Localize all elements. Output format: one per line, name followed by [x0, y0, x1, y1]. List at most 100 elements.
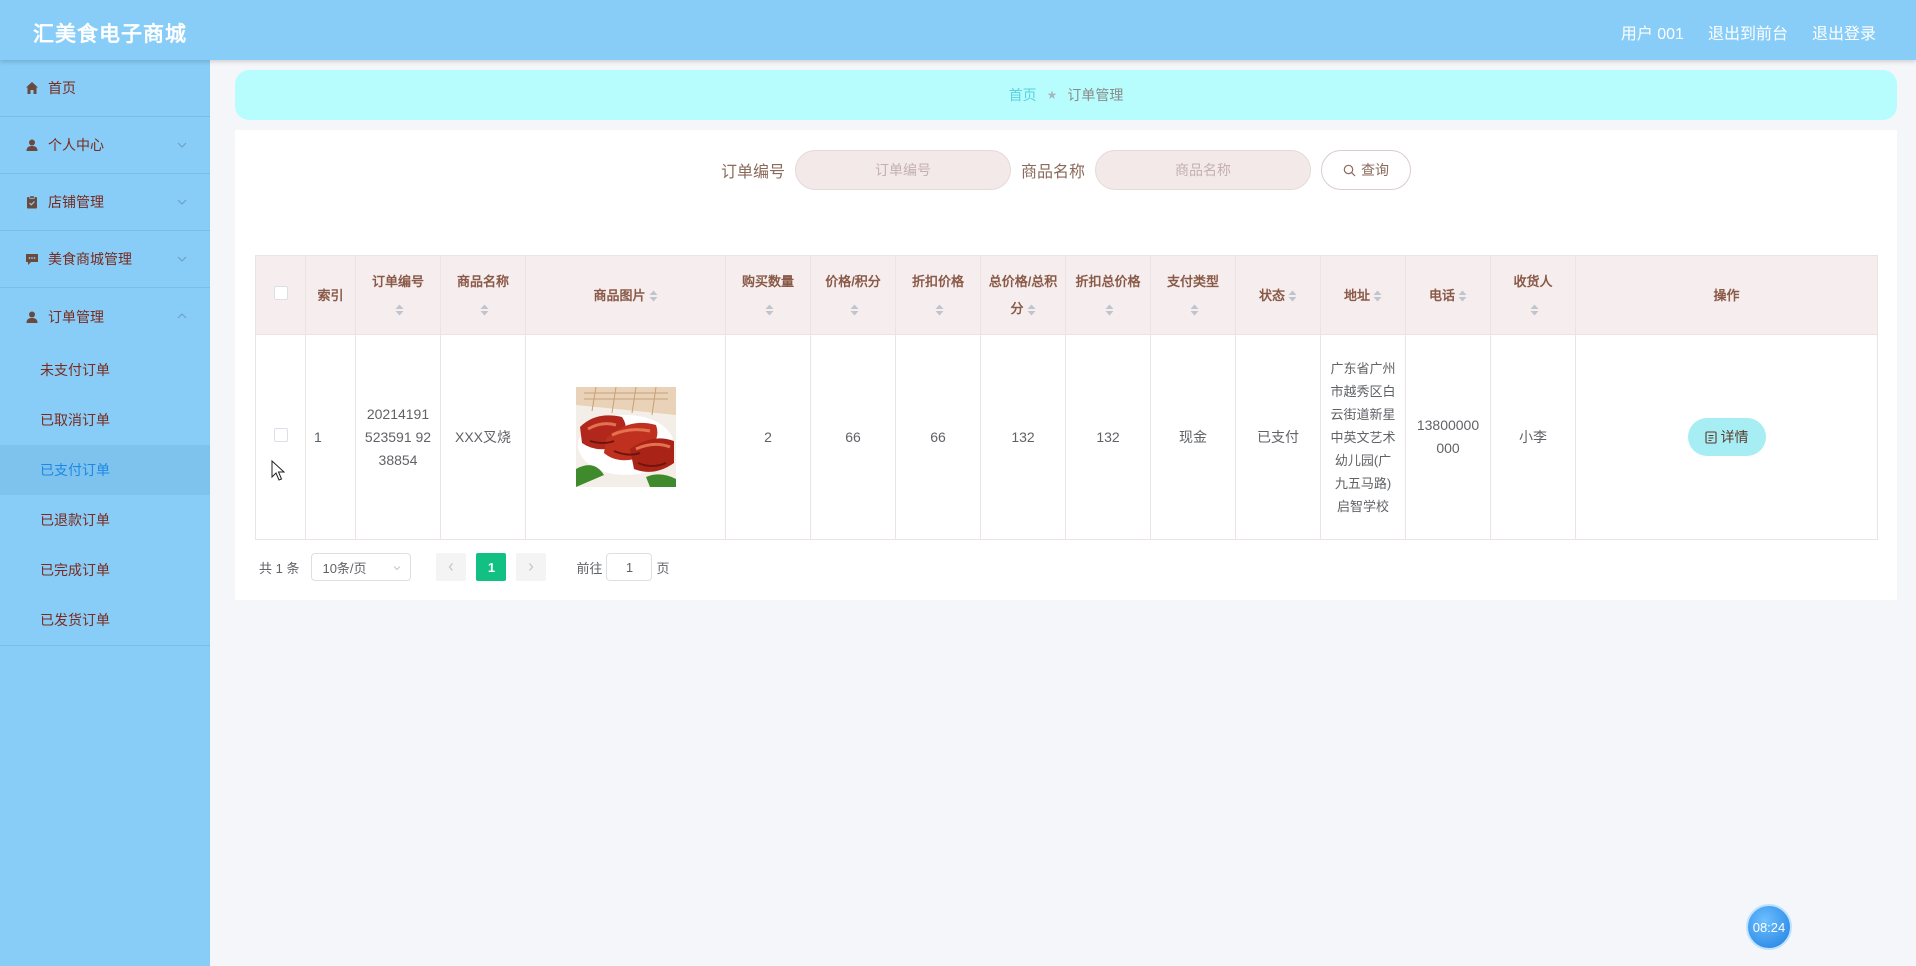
col-total[interactable]: 总价格/总积分 — [980, 255, 1066, 335]
sidebar-sub-unpaid[interactable]: 未支付订单 — [0, 345, 210, 395]
sort-icon[interactable] — [395, 304, 404, 316]
page-size-select[interactable]: 10条/页 — [311, 553, 412, 581]
clipboard-icon — [24, 194, 40, 210]
cell-index: 1 — [305, 334, 356, 540]
mouse-cursor-icon — [271, 460, 285, 481]
logout-link[interactable]: 退出登录 — [1812, 20, 1876, 44]
cell-price: 66 — [810, 334, 896, 540]
search-button-label: 查询 — [1361, 162, 1390, 178]
sidebar-item-label: 美食商城管理 — [48, 251, 132, 267]
sidebar-sub-completed[interactable]: 已完成订单 — [0, 545, 210, 595]
sort-icon[interactable] — [935, 304, 944, 316]
pagination: 共 1 条 10条/页 1 前往 页 — [259, 552, 670, 582]
col-order-no[interactable]: 订单编号 — [355, 255, 441, 335]
search-icon — [1343, 164, 1356, 176]
app-title: 汇美食电子商城 — [33, 23, 187, 46]
col-action: 操作 — [1575, 255, 1878, 335]
col-address[interactable]: 地址 — [1320, 255, 1406, 335]
sidebar-sub-paid[interactable]: 已支付订单 — [0, 445, 210, 495]
sort-icon[interactable] — [480, 304, 489, 316]
sidebar-item-food-mall[interactable]: 美食商城管理 — [0, 231, 210, 288]
col-receiver[interactable]: 收货人 — [1490, 255, 1576, 335]
sidebar-item-label: 个人中心 — [48, 137, 104, 153]
order-no-input[interactable] — [795, 150, 1011, 190]
product-image[interactable] — [575, 387, 676, 487]
chevron-down-icon — [394, 566, 401, 571]
cell-phone: 13800000000 — [1405, 334, 1491, 540]
sort-icon[interactable] — [649, 290, 658, 302]
home-icon — [24, 80, 40, 96]
sort-icon[interactable] — [765, 304, 774, 316]
row-checkbox[interactable] — [273, 427, 288, 442]
sidebar-sub-refunded[interactable]: 已退款订单 — [0, 495, 210, 545]
col-index: 索引 — [305, 255, 356, 335]
page-number[interactable]: 1 — [476, 553, 507, 581]
total-count: 共 1 条 — [259, 560, 300, 576]
chevron-down-icon — [177, 142, 187, 148]
sort-icon[interactable] — [1458, 290, 1467, 302]
search-button[interactable]: 查询 — [1321, 150, 1412, 190]
goto-page: 前往 页 — [576, 553, 670, 581]
detail-button[interactable]: 详情 — [1687, 418, 1766, 456]
main-panel: 订单编号 商品名称 查询 索引 订单编号 商品名称 商品图片 购买数量 价格/积… — [235, 130, 1897, 600]
table-header-row: 索引 订单编号 商品名称 商品图片 购买数量 价格/积分 折扣价格 总价格/总积… — [255, 255, 1878, 335]
breadcrumb-home[interactable]: 首页 — [1009, 85, 1037, 105]
clock-widget[interactable]: 08:24 — [1746, 904, 1792, 950]
orders-table: 索引 订单编号 商品名称 商品图片 购买数量 价格/积分 折扣价格 总价格/总积… — [255, 255, 1878, 540]
sort-icon[interactable] — [1373, 290, 1382, 302]
cell-pay-type: 现金 — [1150, 334, 1236, 540]
user-name[interactable]: 用户 001 — [1621, 20, 1684, 44]
sort-icon[interactable] — [1190, 304, 1199, 316]
sidebar-sub-cancelled[interactable]: 已取消订单 — [0, 395, 210, 445]
chevron-right-icon — [529, 563, 534, 571]
chevron-up-icon — [177, 313, 187, 319]
select-all-cell — [255, 255, 306, 335]
sort-icon[interactable] — [1530, 304, 1539, 316]
col-discount-total[interactable]: 折扣总价格 — [1065, 255, 1151, 335]
col-discount[interactable]: 折扣价格 — [895, 255, 981, 335]
document-icon — [1704, 430, 1717, 444]
search-bar: 订单编号 商品名称 查询 — [235, 150, 1897, 190]
exit-to-frontend-link[interactable]: 退出到前台 — [1708, 20, 1788, 44]
cell-address: 广东省广州市越秀区白云街道新星中英文艺术幼儿园(广九五马路)启智学校 — [1320, 334, 1406, 540]
sidebar-item-shop[interactable]: 店铺管理 — [0, 174, 210, 231]
col-price[interactable]: 价格/积分 — [810, 255, 896, 335]
chevron-left-icon — [449, 563, 454, 571]
product-name-label: 商品名称 — [1021, 164, 1086, 181]
sidebar: 首页 个人中心 店铺管理 美食商城管理 订单管理 未支付订单 已取消订单 已支付… — [0, 60, 210, 966]
select-all-checkbox[interactable] — [273, 285, 288, 300]
col-product-name[interactable]: 商品名称 — [440, 255, 526, 335]
sidebar-item-personal[interactable]: 个人中心 — [0, 117, 210, 174]
page-size-value: 10条/页 — [322, 560, 367, 576]
col-product-image[interactable]: 商品图片 — [525, 255, 726, 335]
cell-qty: 2 — [725, 334, 811, 540]
orders-submenu: 未支付订单 已取消订单 已支付订单 已退款订单 已完成订单 已发货订单 — [0, 345, 210, 646]
goto-page-input[interactable] — [606, 553, 653, 581]
cell-receiver: 小李 — [1490, 334, 1576, 540]
product-name-input[interactable] — [1095, 150, 1312, 190]
user-icon — [24, 309, 40, 325]
sidebar-sub-shipped[interactable]: 已发货订单 — [0, 595, 210, 645]
breadcrumb-current: 订单管理 — [1067, 87, 1124, 103]
sidebar-item-label: 订单管理 — [48, 308, 104, 325]
next-page-button[interactable] — [516, 553, 547, 581]
sort-icon[interactable] — [1105, 304, 1114, 316]
cell-action: 详情 — [1575, 334, 1878, 540]
cell-status: 已支付 — [1235, 334, 1321, 540]
sidebar-item-label: 店铺管理 — [48, 194, 104, 210]
sidebar-item-orders[interactable]: 订单管理 — [0, 288, 210, 345]
col-status[interactable]: 状态 — [1235, 255, 1321, 335]
col-phone[interactable]: 电话 — [1405, 255, 1491, 335]
order-no-label: 订单编号 — [720, 164, 785, 181]
sort-icon[interactable] — [1288, 290, 1297, 302]
col-pay-type[interactable]: 支付类型 — [1150, 255, 1236, 335]
goto-suffix: 页 — [656, 560, 670, 576]
sidebar-item-home[interactable]: 首页 — [0, 60, 210, 117]
sort-icon[interactable] — [1027, 304, 1036, 316]
col-qty[interactable]: 购买数量 — [725, 255, 811, 335]
cell-discount-total: 132 — [1065, 334, 1151, 540]
top-header: 汇美食电子商城 用户 001 退出到前台 退出登录 — [0, 0, 1916, 60]
cell-discount: 66 — [895, 334, 981, 540]
prev-page-button[interactable] — [436, 553, 467, 581]
sort-icon[interactable] — [850, 304, 859, 316]
